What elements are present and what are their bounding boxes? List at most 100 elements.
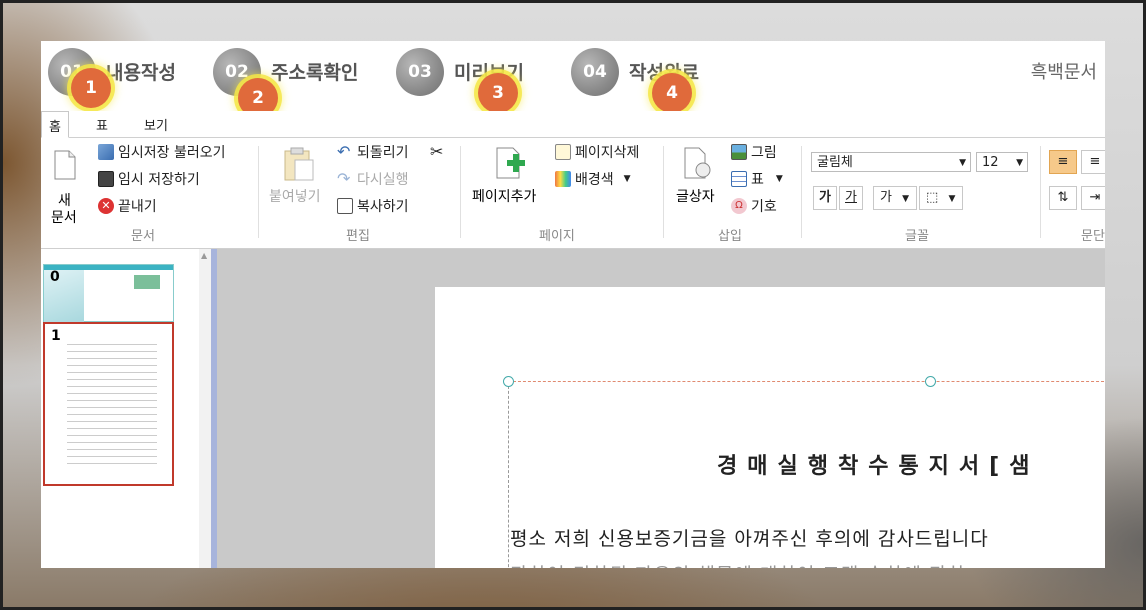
undo-button[interactable]: ↶ 되돌리기 bbox=[337, 142, 409, 162]
chevron-down-icon: ▼ bbox=[902, 194, 910, 204]
new-document-icon bbox=[54, 150, 76, 180]
textbox-button[interactable]: 글상자 bbox=[673, 144, 723, 206]
redo-label: 다시실행 bbox=[357, 172, 409, 188]
paste-label: 붙여넣기 bbox=[269, 189, 321, 205]
undo-icon: ↶ bbox=[337, 142, 351, 161]
thumbnail-scrollbar[interactable]: ▲ bbox=[199, 249, 211, 568]
image-icon bbox=[731, 144, 747, 160]
exit-label: 끝내기 bbox=[118, 199, 157, 215]
separator bbox=[663, 146, 664, 238]
page-thumbnail-0[interactable]: 0 bbox=[43, 264, 174, 322]
new-document-label-2: 문서 bbox=[51, 210, 77, 226]
font-size-select[interactable]: 12 ▼ bbox=[976, 152, 1028, 172]
separator bbox=[460, 146, 461, 238]
undo-label: 되돌리기 bbox=[357, 145, 409, 161]
document-page[interactable]: 경매실행착수통지서[샘 평소 저희 신용보증기금을 아껴주신 후의에 감사드립니… bbox=[435, 287, 1105, 568]
line-spacing-icon: ⇅ bbox=[1057, 190, 1069, 205]
tab-table[interactable]: 표 bbox=[96, 115, 108, 134]
insert-symbol-label: 기호 bbox=[751, 199, 777, 215]
step-3-number: 03 bbox=[396, 48, 444, 96]
copy-label: 복사하기 bbox=[357, 199, 409, 215]
highlight-button[interactable]: ⬚ ▼ bbox=[919, 186, 963, 210]
step-2-label: 주소록확인 bbox=[271, 62, 359, 84]
add-page-button[interactable]: 페이지추가 bbox=[469, 144, 551, 206]
document-mode-label: 흑백문서 bbox=[1030, 62, 1097, 83]
textbox-label: 글상자 bbox=[676, 189, 715, 205]
add-page-icon bbox=[496, 147, 525, 179]
insert-image-label: 그림 bbox=[751, 145, 777, 161]
separator bbox=[258, 146, 259, 238]
group-label-document: 문서 bbox=[131, 229, 155, 244]
align-center-button[interactable]: ≡ bbox=[1081, 150, 1105, 174]
separator bbox=[1040, 146, 1041, 238]
redo-button[interactable]: ↷ 다시실행 bbox=[337, 169, 409, 189]
redo-icon: ↷ bbox=[337, 169, 351, 188]
underline-button[interactable]: 가 bbox=[839, 186, 863, 210]
indent-button[interactable]: ⇥ bbox=[1081, 186, 1105, 210]
document-body-line: 관하여 귀하된 자유의 해목에 대하여 고객 승하에 관하 bbox=[510, 560, 966, 568]
copy-button[interactable]: 복사하기 bbox=[337, 196, 409, 216]
group-label-paragraph: 문단 bbox=[1081, 229, 1105, 244]
delete-page-button[interactable]: 페이지삭제 bbox=[555, 142, 639, 162]
load-temp-button[interactable]: 임시저장 불러오기 bbox=[98, 142, 226, 162]
exit-button[interactable]: ✕ 끝내기 bbox=[98, 196, 157, 216]
delete-page-icon bbox=[555, 144, 571, 160]
save-temp-button[interactable]: 임시 저장하기 bbox=[98, 169, 200, 189]
resize-handle[interactable] bbox=[503, 376, 514, 387]
highlight-icon: ⬚ bbox=[926, 190, 939, 205]
paste-button[interactable]: 붙여넣기 bbox=[267, 144, 331, 206]
copy-icon bbox=[337, 198, 353, 214]
scissors-icon: ✂ bbox=[430, 142, 444, 161]
thumbnail-number-1: 1 bbox=[51, 328, 61, 344]
indent-icon: ⇥ bbox=[1089, 190, 1101, 205]
chevron-up-icon: ▲ bbox=[201, 251, 208, 260]
font-face-select[interactable]: 굴림체 ▼ bbox=[811, 152, 971, 172]
page-thumbnail-1[interactable]: 1 bbox=[43, 322, 174, 486]
chevron-down-icon: ▼ bbox=[959, 158, 966, 168]
new-document-button[interactable]: 새 문서 bbox=[49, 146, 81, 226]
line-spacing-button[interactable]: ⇅ bbox=[1049, 186, 1077, 210]
font-color-button[interactable]: 가 ▼ bbox=[873, 186, 917, 210]
chevron-down-icon: ▼ bbox=[775, 174, 783, 184]
cut-button[interactable]: ✂ bbox=[430, 142, 443, 161]
save-icon bbox=[98, 171, 114, 187]
load-temp-label: 임시저장 불러오기 bbox=[118, 145, 226, 161]
insert-image-button[interactable]: 그림 bbox=[731, 142, 777, 162]
tab-home[interactable]: 홈 bbox=[41, 111, 69, 138]
save-temp-label: 임시 저장하기 bbox=[118, 172, 200, 188]
thumbnail-text-lines bbox=[67, 338, 157, 468]
font-color-label: 가 bbox=[880, 190, 892, 205]
tab-view[interactable]: 보기 bbox=[144, 115, 168, 134]
add-page-label: 페이지추가 bbox=[472, 189, 537, 205]
group-label-font: 글꼴 bbox=[905, 229, 929, 244]
editor-window: 01 내용작성 02 주소록확인 03 미리보기 04 작성완료 1 2 3 4… bbox=[41, 41, 1105, 568]
insert-symbol-button[interactable]: Ω 기호 bbox=[731, 196, 777, 216]
delete-page-label: 페이지삭제 bbox=[575, 145, 640, 161]
background-color-button[interactable]: 배경색 ▼ bbox=[555, 169, 631, 189]
chevron-down-icon: ▼ bbox=[1016, 158, 1023, 168]
resize-handle[interactable] bbox=[925, 376, 936, 387]
load-icon bbox=[98, 144, 114, 160]
thumbnail-stamp bbox=[134, 275, 160, 289]
annotation-badge-1: 1 bbox=[71, 68, 111, 108]
group-label-edit: 편집 bbox=[346, 229, 370, 244]
bold-button[interactable]: 가 bbox=[813, 186, 837, 210]
clipboard-icon bbox=[284, 147, 314, 181]
symbol-icon: Ω bbox=[731, 198, 747, 214]
align-left-button[interactable]: ≡ bbox=[1049, 150, 1077, 174]
font-size-value: 12 bbox=[982, 155, 999, 170]
align-left-icon: ≡ bbox=[1057, 154, 1069, 169]
thumbnail-number-0: 0 bbox=[50, 269, 60, 285]
align-center-icon: ≡ bbox=[1089, 154, 1101, 169]
page-thumbnails-panel: 0 1 bbox=[41, 249, 199, 568]
steps-bar: 01 내용작성 02 주소록확인 03 미리보기 04 작성완료 1 2 3 4… bbox=[41, 41, 1105, 118]
insert-table-button[interactable]: 표 ▼ bbox=[731, 169, 783, 189]
step-4-number: 04 bbox=[571, 48, 619, 96]
background-color-label: 배경색 bbox=[575, 172, 614, 188]
insert-table-label: 표 bbox=[751, 172, 764, 188]
group-label-page: 페이지 bbox=[539, 229, 575, 244]
step-1-label: 내용작성 bbox=[106, 62, 176, 84]
annotation-badge-3: 3 bbox=[478, 73, 518, 113]
panel-splitter[interactable] bbox=[211, 249, 217, 568]
document-body-line: 평소 저희 신용보증기금을 아껴주신 후의에 감사드립니다 bbox=[510, 528, 989, 550]
